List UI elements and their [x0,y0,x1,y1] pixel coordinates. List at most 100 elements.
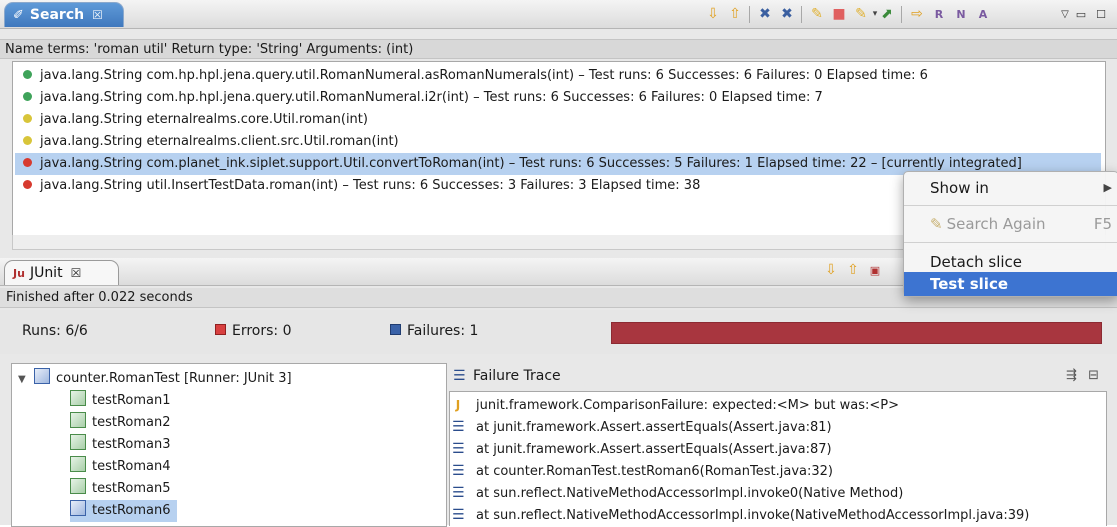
status-dot [23,136,32,145]
tree-item[interactable]: testRoman4 [70,456,171,478]
status-dot [23,114,32,123]
menu-item-show-in[interactable]: Show in ▶ [904,176,1117,200]
remove-all-icon[interactable]: ✖ [779,6,795,22]
show-failures-only-icon[interactable]: ▣ [867,262,883,278]
test-fail-icon [70,500,86,516]
exception-icon: J [455,398,461,412]
search-query-summary: Name terms: 'roman util' Return type: 'S… [0,39,1117,59]
test-tree[interactable]: ▼ counter.RomanTest [Runner: JUnit 3] tes… [11,363,447,527]
trace-line[interactable]: ☰ at junit.framework.Assert.assertEquals(… [452,438,832,460]
pin-icon[interactable]: ⬈ [879,6,895,22]
tree-item[interactable]: testRoman1 [70,390,171,412]
tree-item-label: testRoman3 [92,437,171,452]
result-text: java.lang.String com.planet_ink.siplet.s… [40,156,1022,171]
result-row[interactable]: java.lang.String com.hp.hpl.jena.query.u… [15,87,1101,109]
close-icon[interactable]: ☒ [92,8,103,22]
tree-item[interactable]: testRoman5 [70,478,171,500]
trace-line[interactable]: ☰ at sun.reflect.NativeMethodAccessorImpl… [452,482,903,504]
tree-item-label: testRoman6 [92,503,171,518]
close-icon[interactable]: ☒ [71,266,82,280]
filter-n-icon[interactable]: N [953,6,969,22]
next-failure-icon[interactable]: ⇩ [823,262,839,278]
menu-item-detach-slice[interactable]: Detach slice [904,250,1117,274]
tree-item[interactable]: testRoman3 [70,434,171,456]
arrow-down-icon[interactable]: ⇩ [705,6,721,22]
runs-value: 6/6 [65,323,88,339]
trace-text: at junit.framework.Assert.assertEquals(A… [476,420,832,435]
trace-line[interactable]: ☰ at sun.reflect.NativeMethodAccessorImpl… [452,504,1029,526]
failure-trace-list[interactable]: Jjunit.framework.ComparisonFailure: expe… [449,391,1107,526]
tree-root[interactable]: ▼ counter.RomanTest [Runner: JUnit 3] [18,368,292,390]
result-text: java.lang.String com.hp.hpl.jena.query.u… [40,68,928,83]
context-menu: Show in ▶ ✎ Search Again F5 Detach slice … [903,171,1117,297]
result-row[interactable]: java.lang.String eternalrealms.core.Util… [15,109,1101,131]
compare-result-icon[interactable]: ⊟ [1088,363,1099,389]
search-again-icon[interactable]: ✎ [809,6,825,22]
failure-trace-panel: ☰ Failure Trace ⇶ ⊟ Jjunit.framework.Comp… [449,363,1107,526]
filter-stack-icon[interactable]: ⇶ [1066,363,1077,389]
failures-value: 1 [469,323,479,339]
failure-trace-title: Failure Trace [473,368,561,384]
expand-icon[interactable]: ▼ [18,369,28,391]
junit-tab[interactable]: Ju JUnit ☒ [4,260,119,285]
menu-separator [904,242,1117,243]
tree-item[interactable]: testRoman2 [70,412,171,434]
menu-item-label: Detach slice [930,253,1022,271]
tree-item-label: testRoman2 [92,415,171,430]
trace-line[interactable]: Jjunit.framework.ComparisonFailure: expe… [452,394,899,416]
search-tab[interactable]: ✐ Search ☒ [4,2,124,27]
minimize-icon[interactable]: ▭ [1073,6,1089,22]
menu-item-test-slice[interactable]: Test slice [904,272,1117,296]
toolbar-separator [901,6,902,23]
suite-icon [34,368,50,384]
stack-frame-icon: ☰ [452,419,465,435]
failures-label: Failures: [407,323,466,339]
stop-icon[interactable]: ■ [831,6,847,22]
trace-line[interactable]: ☰ at junit.framework.Assert.assertEquals(… [452,416,832,438]
stack-frame-icon: ☰ [452,485,465,501]
search-tab-bar: ✐ Search ☒ ⇩ ⇧ ✖ ✖ ✎ ■ ✎ ▾ ⬈ ⇨ R N A ▽ ▭… [0,0,1117,29]
filter-r-icon[interactable]: R [931,6,947,22]
tree-item-label: testRoman5 [92,481,171,496]
failure-icon [390,324,401,335]
trace-line[interactable]: ☰ at counter.RomanTest.testRoman6(RomanTe… [452,460,833,482]
result-text: java.lang.String eternalrealms.client.sr… [40,134,399,149]
forward-icon[interactable]: ⇨ [909,6,925,22]
failures-counter: Failures: 1 [390,323,478,339]
result-row[interactable]: java.lang.String eternalrealms.client.sr… [15,131,1101,153]
view-menu-icon[interactable]: ▽ [1057,6,1073,22]
test-pass-icon [70,412,86,428]
trace-text: at sun.reflect.NativeMethodAccessorImpl.… [476,508,1030,523]
remove-icon[interactable]: ✖ [757,6,773,22]
tree-item-label: testRoman4 [92,459,171,474]
stack-frame-icon: ☰ [452,463,465,479]
test-pass-icon [70,478,86,494]
arrow-up-icon[interactable]: ⇧ [727,6,743,22]
shortcut-label: F5 [1093,215,1112,233]
errors-label: Errors: [232,323,279,339]
menu-item-label: Search Again [946,215,1046,233]
toolbar-separator [801,6,802,23]
runs-label: Runs: [22,323,61,339]
trace-text: at junit.framework.Assert.assertEquals(A… [476,442,832,457]
maximize-icon[interactable]: ☐ [1093,6,1109,22]
search-tab-icon: ✐ [13,7,24,23]
result-row[interactable]: java.lang.String com.hp.hpl.jena.query.u… [15,65,1101,87]
previous-failure-icon[interactable]: ⇧ [845,262,861,278]
result-text: java.lang.String com.hp.hpl.jena.query.u… [40,90,823,105]
status-dot [23,92,32,101]
trace-text: at sun.reflect.NativeMethodAccessorImpl.… [476,486,904,501]
menu-item-search-again[interactable]: ✎ Search Again F5 [904,212,1117,236]
test-pass-icon [70,456,86,472]
stack-frame-icon: ☰ [452,441,465,457]
status-dot [23,158,32,167]
status-dot [23,180,32,189]
result-text: java.lang.String util.InsertTestData.rom… [40,178,701,193]
stack-frame-icon: ☰ [452,507,465,523]
tree-item-label: testRoman1 [92,393,171,408]
junit-tab-label: JUnit [29,265,63,281]
tree-item-selected[interactable]: testRoman6 [70,500,177,522]
filter-a-icon[interactable]: A [975,6,991,22]
test-pass-icon [70,390,86,406]
submenu-arrow-icon: ▶ [1103,181,1112,194]
